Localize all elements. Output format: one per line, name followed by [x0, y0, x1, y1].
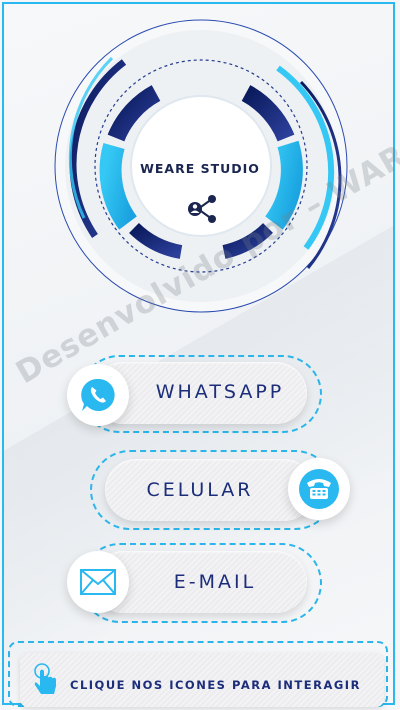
whatsapp-button-label: WHATSAPP: [155, 381, 285, 403]
celular-icon-button[interactable]: [288, 458, 350, 520]
envelope-icon: [80, 569, 116, 595]
tap-hand-icon: [34, 663, 56, 694]
whatsapp-phone-icon: [81, 378, 115, 411]
email-icon-button[interactable]: [67, 551, 129, 613]
telephone-icon: [299, 469, 339, 509]
share-network-icon: [188, 195, 216, 223]
email-button-label: E-MAIL: [173, 571, 257, 593]
footer-frame: [8, 641, 388, 707]
whatsapp-icon-button[interactable]: [67, 364, 129, 426]
footer-instruction-text: CLIQUE NOS ICONES PARA INTERAGIR: [70, 678, 361, 692]
celular-button-label: CELULAR: [146, 479, 254, 501]
